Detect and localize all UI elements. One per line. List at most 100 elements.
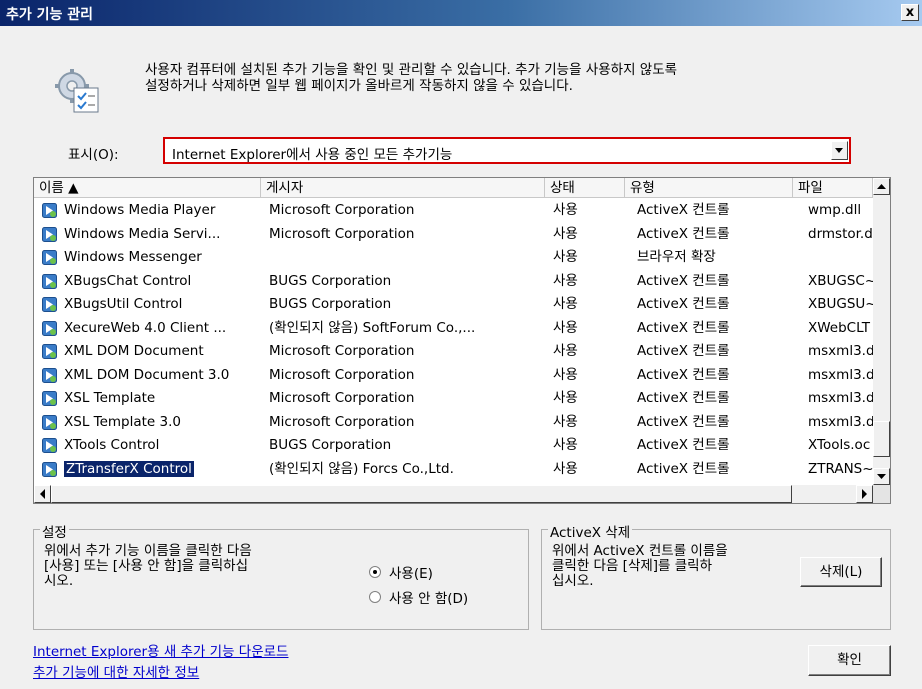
column-name[interactable]: 이름 ▲ <box>34 178 261 198</box>
table-row[interactable]: XML DOM Document Microsoft Corporation 사용 A… <box>34 340 873 364</box>
cell-publisher: Microsoft Corporation <box>269 364 545 387</box>
column-status[interactable]: 상태 <box>545 178 625 198</box>
cell-file-text: msxml3.d <box>808 390 873 406</box>
cell-name-text: XML DOM Document <box>64 343 204 359</box>
addon-icon <box>42 391 57 406</box>
show-filter-dropdown[interactable]: Internet Explorer에서 사용 중인 모든 추가기능 <box>163 137 851 164</box>
horizontal-scrollbar[interactable] <box>34 485 873 503</box>
ok-button[interactable]: 확인 <box>808 645 891 676</box>
cell-type: ActiveX 컨트롤 <box>637 387 802 410</box>
close-button[interactable]: x <box>901 4 919 21</box>
cell-type: ActiveX 컨트롤 <box>637 270 802 293</box>
cell-file: msxml3.d <box>808 387 873 410</box>
scroll-thumb[interactable] <box>873 421 890 457</box>
cell-status-text: 사용 <box>553 296 578 312</box>
cell-name: XTools Control <box>64 434 264 457</box>
table-row[interactable]: Windows Messenger 사용 브라우저 확장 <box>34 246 873 270</box>
cell-name: XSL Template 3.0 <box>64 411 264 434</box>
cell-file: XBUGSU~ <box>808 293 873 316</box>
table-row[interactable]: XBugsUtil Control BUGS Corporation 사용 Activ… <box>34 293 873 317</box>
cell-name-text: XecureWeb 4.0 Client ... <box>64 319 227 336</box>
cell-publisher-text: (확인되지 않음) Forcs Co.,Ltd. <box>269 460 454 477</box>
addon-icon <box>42 414 57 430</box>
cell-file-text: msxml3.d <box>808 413 873 430</box>
cell-publisher: Microsoft Corporation <box>269 199 545 222</box>
vertical-scrollbar[interactable] <box>873 178 890 485</box>
cell-publisher-text: Microsoft Corporation <box>269 390 415 406</box>
cell-file: msxml3.d <box>808 364 873 387</box>
cell-status: 사용 <box>553 317 633 340</box>
addon-info-link[interactable]: 추가 기능에 대한 자세한 정보 <box>33 661 199 681</box>
table-row[interactable]: Windows Media Player Microsoft Corporatio… <box>34 199 873 223</box>
addon-icon <box>42 367 57 383</box>
table-row[interactable]: Windows Media Servi... Microsoft Corporat… <box>34 223 873 247</box>
table-row[interactable]: ZTransferX Control (확인되지 않음) Forcs Co.,Lt… <box>34 458 873 482</box>
arrow-down-icon <box>877 474 886 479</box>
cell-publisher: (확인되지 않음) Forcs Co.,Ltd. <box>269 458 545 481</box>
column-type[interactable]: 유형 <box>625 178 793 198</box>
scroll-right-button[interactable] <box>856 485 873 503</box>
cell-type: ActiveX 컨트롤 <box>637 411 802 434</box>
cell-name: XBugsChat Control <box>64 270 264 293</box>
cell-type: ActiveX 컨트롤 <box>637 199 802 222</box>
disable-radio[interactable]: 사용 안 함(D) <box>369 587 468 607</box>
addon-icon <box>42 320 57 336</box>
cell-file-text: wmp.dll <box>808 202 862 218</box>
activex-delete-group: ActiveX 삭제 위에서 ActiveX 컨트롤 이름을 클릭한 다음 [삭… <box>541 521 891 630</box>
settings-group: 설정 위에서 추가 기능 이름을 클릭한 다음 [사용] 또는 [사용 안 함]… <box>33 521 529 630</box>
enable-radio-dot[interactable] <box>369 566 381 578</box>
cell-file-text: ZTRANS~ <box>808 460 873 477</box>
cell-status-text: 사용 <box>553 249 578 265</box>
addon-list[interactable]: 이름 ▲ 게시자 상태 유형 파일 Windows Media Player Mi… <box>33 177 891 504</box>
activex-group-title: ActiveX 삭제 <box>548 521 633 541</box>
cell-file <box>808 246 873 269</box>
addon-icon <box>42 250 57 265</box>
cell-name-text: XBugsUtil Control <box>64 296 183 312</box>
cell-name-text: XML DOM Document 3.0 <box>64 366 230 383</box>
cell-status-text: 사용 <box>553 366 578 383</box>
cell-name: XML DOM Document 3.0 <box>64 364 264 387</box>
arrow-left-icon <box>40 489 45 499</box>
cell-status: 사용 <box>553 434 633 457</box>
cell-publisher: Microsoft Corporation <box>269 387 545 410</box>
cell-publisher: BUGS Corporation <box>269 434 545 457</box>
enable-radio[interactable]: 사용(E) <box>369 562 433 582</box>
cell-name: XSL Template <box>64 387 264 410</box>
column-file[interactable]: 파일 <box>793 178 873 198</box>
cell-status-text: 사용 <box>553 390 578 406</box>
cell-name-text: XTools Control <box>64 437 160 453</box>
table-row[interactable]: XSL Template 3.0 Microsoft Corporation 사용 A… <box>34 411 873 435</box>
cell-type: ActiveX 컨트롤 <box>637 434 802 457</box>
column-publisher[interactable]: 게시자 <box>261 178 545 198</box>
cell-publisher: (확인되지 않음) SoftForum Co.,... <box>269 317 545 340</box>
scroll-left-button[interactable] <box>34 485 51 503</box>
cell-status: 사용 <box>553 293 633 316</box>
cell-type-text: ActiveX 컨트롤 <box>637 202 730 218</box>
cell-publisher: Microsoft Corporation <box>269 223 545 246</box>
cell-type: ActiveX 컨트롤 <box>637 223 802 246</box>
download-addons-link[interactable]: Internet Explorer용 새 추가 기능 다운로드 <box>33 640 288 660</box>
cell-file-text: XWebCLT <box>808 319 871 336</box>
cell-publisher-text: Microsoft Corporation <box>269 413 415 430</box>
table-row[interactable]: XTools Control BUGS Corporation 사용 ActiveX … <box>34 434 873 458</box>
delete-button[interactable]: 삭제(L) <box>800 557 882 587</box>
addon-list-viewport: 이름 ▲ 게시자 상태 유형 파일 Windows Media Player Mi… <box>34 178 873 485</box>
dropdown-arrow-icon[interactable] <box>831 141 848 160</box>
table-row[interactable]: XML DOM Document 3.0 Microsoft Corporatio… <box>34 364 873 388</box>
table-row[interactable]: XSL Template Microsoft Corporation 사용 Activ… <box>34 387 873 411</box>
table-row[interactable]: XBugsChat Control BUGS Corporation 사용 Activ… <box>34 270 873 294</box>
cell-publisher-text: Microsoft Corporation <box>269 343 415 359</box>
cell-name: XecureWeb 4.0 Client ... <box>64 317 264 340</box>
cell-name: ZTransferX Control <box>64 458 264 481</box>
scroll-down-button[interactable] <box>873 468 890 485</box>
cell-status-text: 사용 <box>553 460 578 477</box>
cell-type-text: ActiveX 컨트롤 <box>637 296 730 312</box>
cell-publisher-text: BUGS Corporation <box>269 272 392 289</box>
hscroll-thumb[interactable] <box>51 485 792 503</box>
scroll-up-button[interactable] <box>873 178 890 195</box>
cell-file-text: drmstor.dl <box>808 225 873 242</box>
settings-instructions: 위에서 추가 기능 이름을 클릭한 다음 [사용] 또는 [사용 안 함]을 클… <box>44 543 252 589</box>
disable-radio-dot[interactable] <box>369 591 381 603</box>
cell-type-text: ActiveX 컨트롤 <box>637 413 730 430</box>
table-row[interactable]: XecureWeb 4.0 Client ... (확인되지 않음) SoftFo… <box>34 317 873 341</box>
